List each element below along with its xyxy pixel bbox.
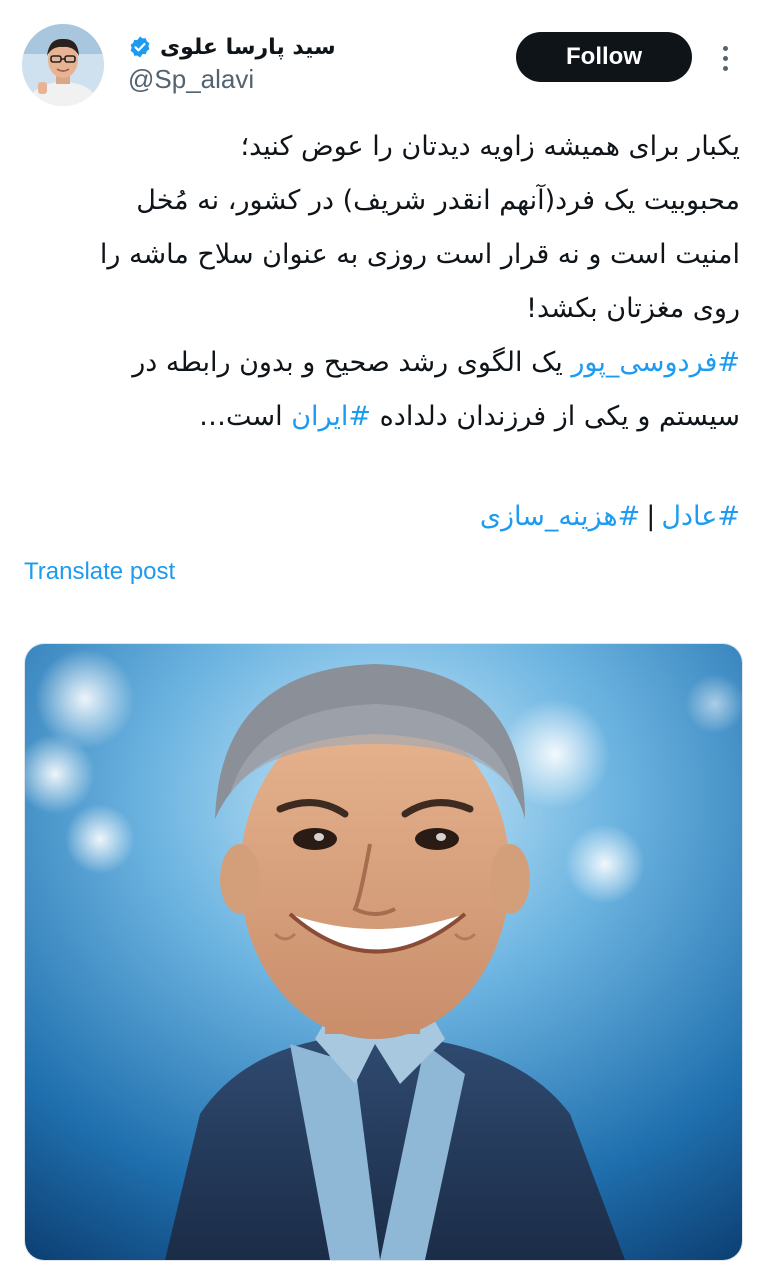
tweet-line: سیستم و یکی از فرزندان دلداده #ایران است… <box>24 390 740 444</box>
author-display-name[interactable]: سید پارسا علوی <box>160 35 336 60</box>
verified-badge-icon <box>130 36 150 58</box>
tweet-line: روی مغزتان بکشد! <box>526 293 740 324</box>
tweet-body: یکبار برای همیشه زاویه دیدتان را عوض کنی… <box>24 120 740 444</box>
tweet-line: یکبار برای همیشه زاویه دیدتان را عوض کنی… <box>240 131 740 162</box>
hashtag-link[interactable]: #عادل <box>661 501 740 532</box>
author-name-row: سید پارسا علوی <box>128 30 336 64</box>
tweet-header: سید پارسا علوی @Sp_alavi Follow <box>0 0 765 115</box>
hashtag-link[interactable]: #ایران <box>291 401 371 432</box>
hashtag-link[interactable]: #هزینه_سازی <box>480 501 640 532</box>
tweet-text-fragment: سیستم و یکی از فرزندان دلداده <box>371 401 740 432</box>
tweet-media-image[interactable] <box>24 643 743 1261</box>
hashtag-link[interactable]: #فردوسی_پور <box>571 347 740 378</box>
author-handle[interactable]: @Sp_alavi <box>128 64 254 95</box>
translate-post-link[interactable]: Translate post <box>24 558 175 586</box>
author-avatar[interactable] <box>22 24 104 106</box>
tweet-text-fragment: است… <box>198 401 292 432</box>
tweet-line: #فردوسی_پور یک الگوی رشد صحیح و بدون راب… <box>24 336 740 390</box>
tweet-line: محبوبیت یک فرد(آنهم انقدر شریف) در کشور،… <box>136 185 740 216</box>
tweet-text-fragment: یک الگوی رشد صحیح و بدون رابطه در <box>132 347 572 378</box>
follow-button[interactable]: Follow <box>516 32 692 82</box>
hashtag-separator: | <box>646 501 656 532</box>
tweet-line: امنیت است و نه قرار است روزی به عنوان سل… <box>99 239 740 270</box>
more-vertical-icon[interactable] <box>710 38 740 78</box>
hashtags-row: #عادل|#هزینه_سازی <box>24 490 740 544</box>
